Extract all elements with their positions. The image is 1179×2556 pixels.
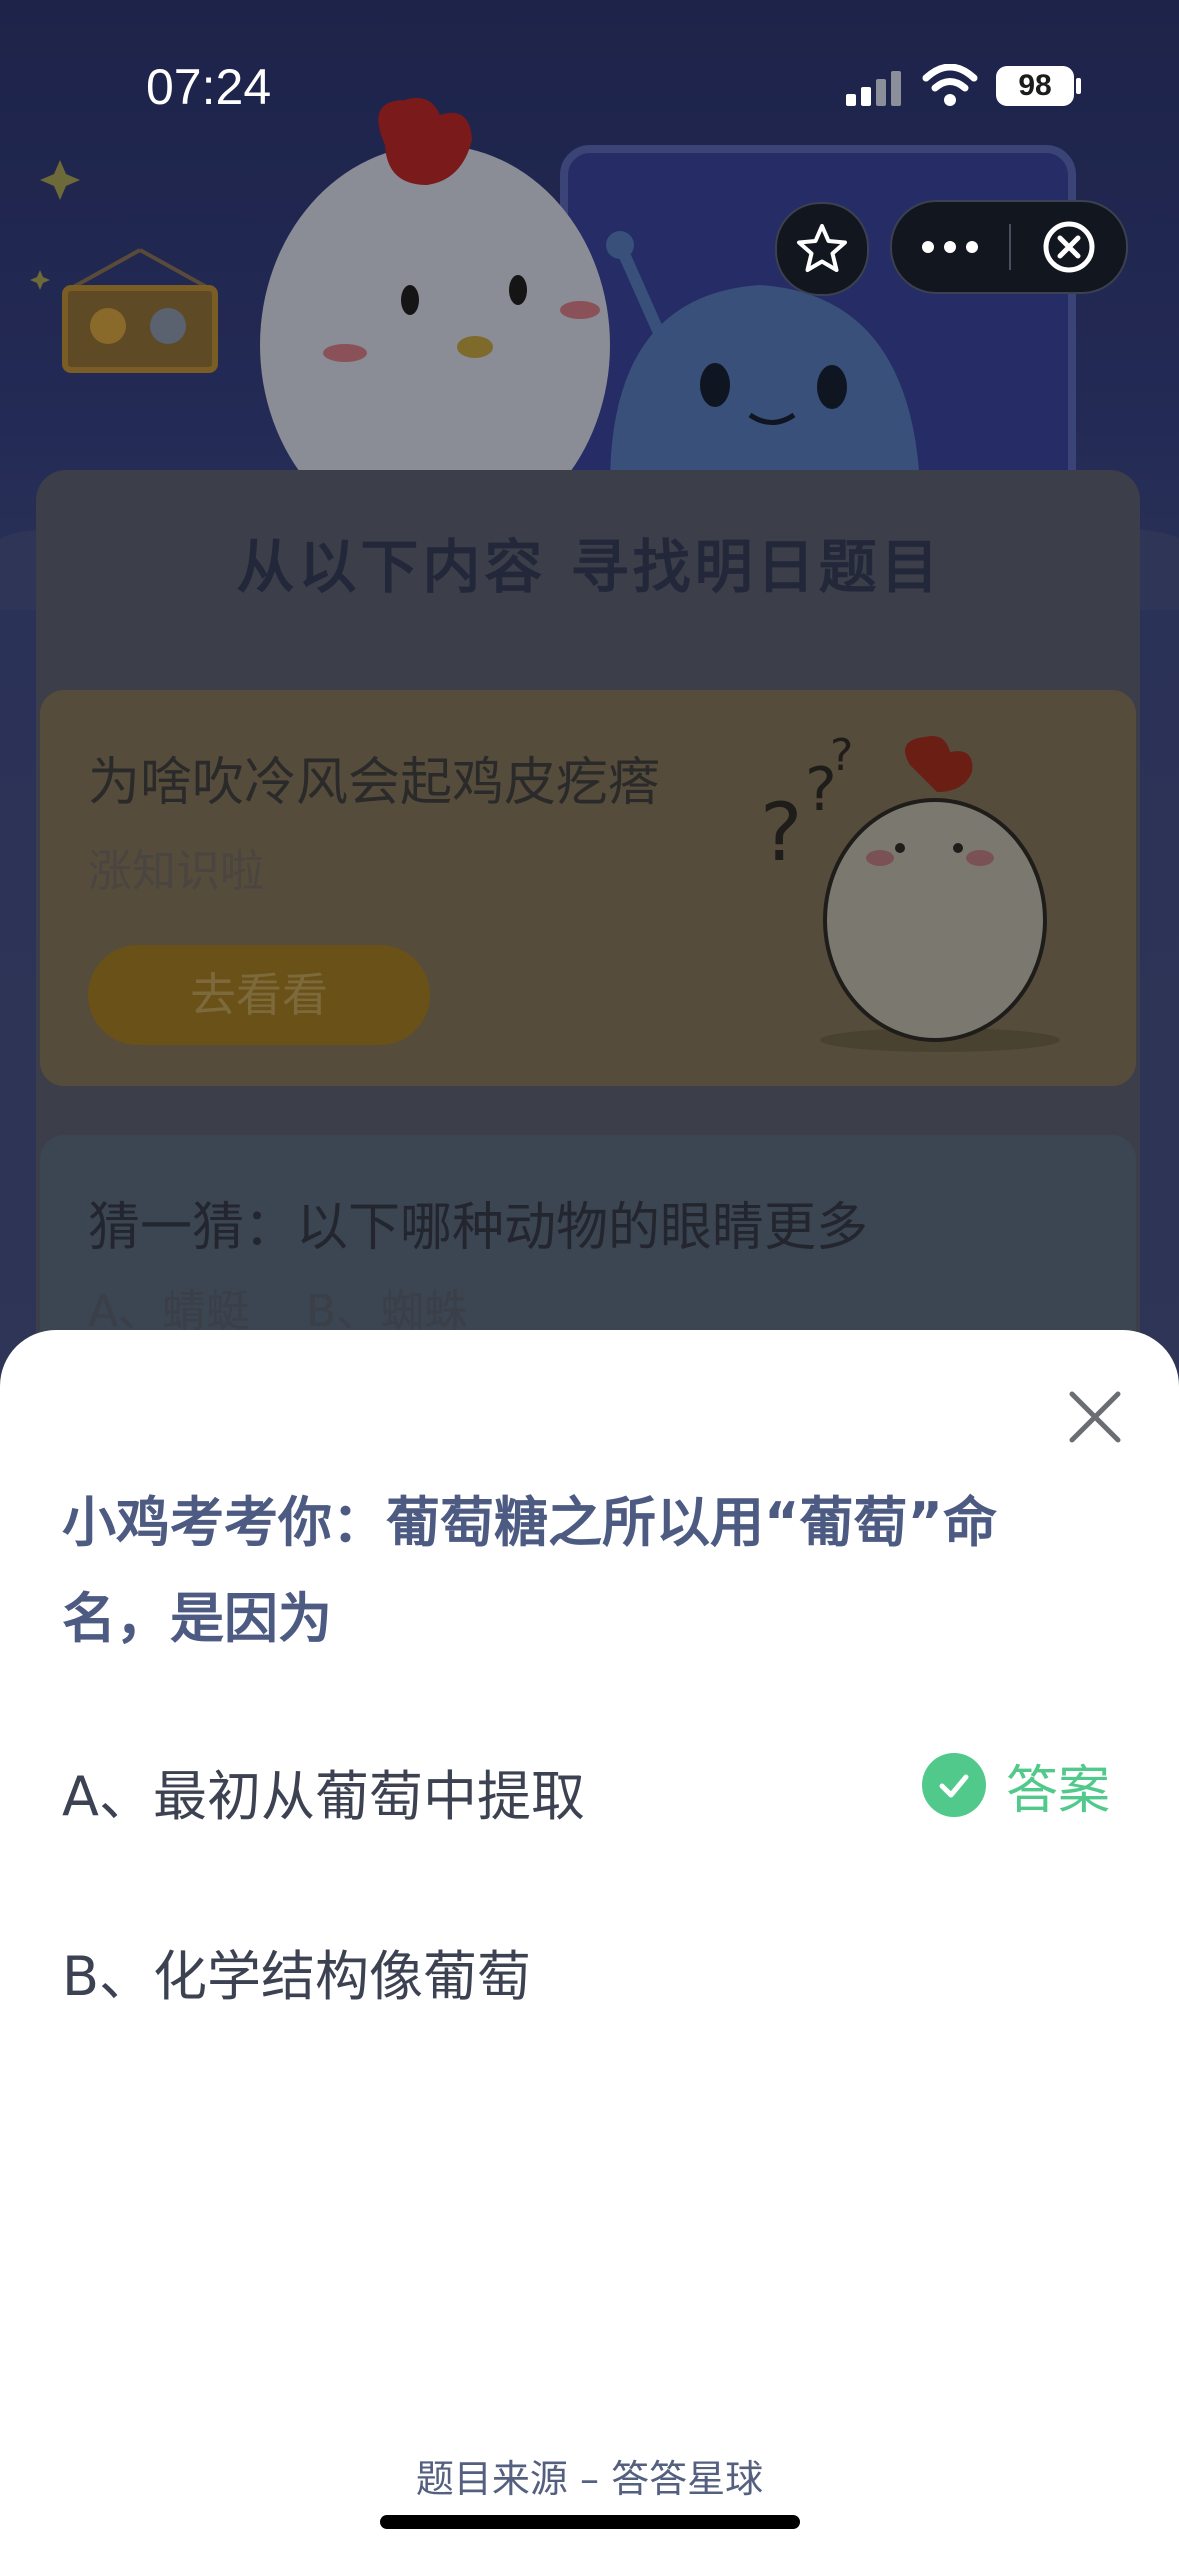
close-icon[interactable] <box>1060 1382 1130 1452</box>
favorite-button[interactable] <box>775 202 869 296</box>
medal-board-illustration <box>30 160 218 373</box>
option-a[interactable]: A、最初从葡萄中提取 <box>62 1752 585 1831</box>
svg-text:?: ? <box>760 786 802 879</box>
capsule-divider <box>1009 224 1011 270</box>
battery-tip <box>1076 78 1081 94</box>
go-see-button[interactable]: 去看看 <box>88 945 430 1045</box>
option-b[interactable]: B、化学结构像葡萄 <box>62 1932 531 2011</box>
star-icon <box>797 224 847 272</box>
more-dots-icon <box>922 241 978 253</box>
cellular-signal-icon <box>846 71 901 106</box>
battery-icon: 98 <box>996 66 1074 106</box>
question-source: 题目来源 – 答答星球 <box>415 2457 764 2501</box>
wifi-icon <box>922 64 978 106</box>
alien-mascot-illustration <box>606 231 920 485</box>
quiz-question: 小鸡考考你：葡萄糖之所以用“葡萄”命名，是因为 <box>62 1491 997 1650</box>
status-time: 07:24 <box>146 59 272 115</box>
article-subtitle: 涨知识啦 <box>88 846 264 897</box>
correct-answer-badge: 答案 <box>922 1752 1110 1821</box>
check-circle-icon <box>922 1753 986 1817</box>
miniprogram-capsule <box>890 200 1128 294</box>
page-heading: 从以下内容 寻找明日题目 <box>236 533 943 601</box>
thinking-chick-illustration: ? ? ? <box>760 730 1060 1052</box>
answer-label: 答案 <box>1006 1760 1111 1821</box>
close-circle-icon <box>1043 221 1095 273</box>
article-title: 为啥吹冷风会起鸡皮疙瘩 <box>88 753 661 813</box>
close-miniprogram-button[interactable] <box>1012 202 1126 292</box>
guess-title: 猜一猜：以下哪种动物的眼睛更多 <box>88 1198 869 1258</box>
home-indicator[interactable] <box>380 2515 800 2529</box>
more-button[interactable] <box>892 202 1008 292</box>
svg-text:?: ? <box>830 730 853 781</box>
